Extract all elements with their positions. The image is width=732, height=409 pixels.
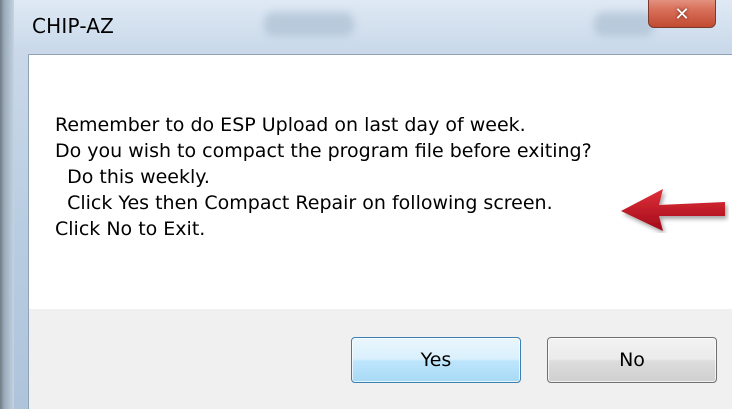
- window-frame-left: [0, 0, 14, 409]
- blurred-background-text: [594, 12, 654, 36]
- message-line: Do this weekly.: [55, 166, 210, 188]
- message-line: Click No to Exit.: [55, 218, 206, 240]
- close-icon: ✕: [674, 3, 690, 25]
- yes-button[interactable]: Yes: [351, 337, 521, 383]
- red-arrow-left-icon: [621, 189, 725, 231]
- no-button-label: No: [619, 349, 645, 371]
- no-button[interactable]: No: [547, 337, 717, 383]
- message-line: Click Yes then Compact Repair on followi…: [55, 192, 553, 214]
- message-line: Remember to do ESP Upload on last day of…: [55, 114, 526, 136]
- dialog-window: CHIP-AZ ✕ Remember to do ESP Upload on l…: [0, 0, 732, 409]
- message-line: Do you wish to compact the program file …: [55, 140, 592, 162]
- blurred-background-text: [264, 12, 354, 36]
- dialog-client-area: Remember to do ESP Upload on last day of…: [28, 54, 732, 409]
- window-title: CHIP-AZ: [32, 14, 115, 38]
- yes-button-label: Yes: [420, 349, 452, 371]
- title-bar[interactable]: CHIP-AZ: [14, 0, 732, 50]
- close-button[interactable]: ✕: [648, 0, 716, 28]
- message-area: Remember to do ESP Upload on last day of…: [29, 55, 732, 309]
